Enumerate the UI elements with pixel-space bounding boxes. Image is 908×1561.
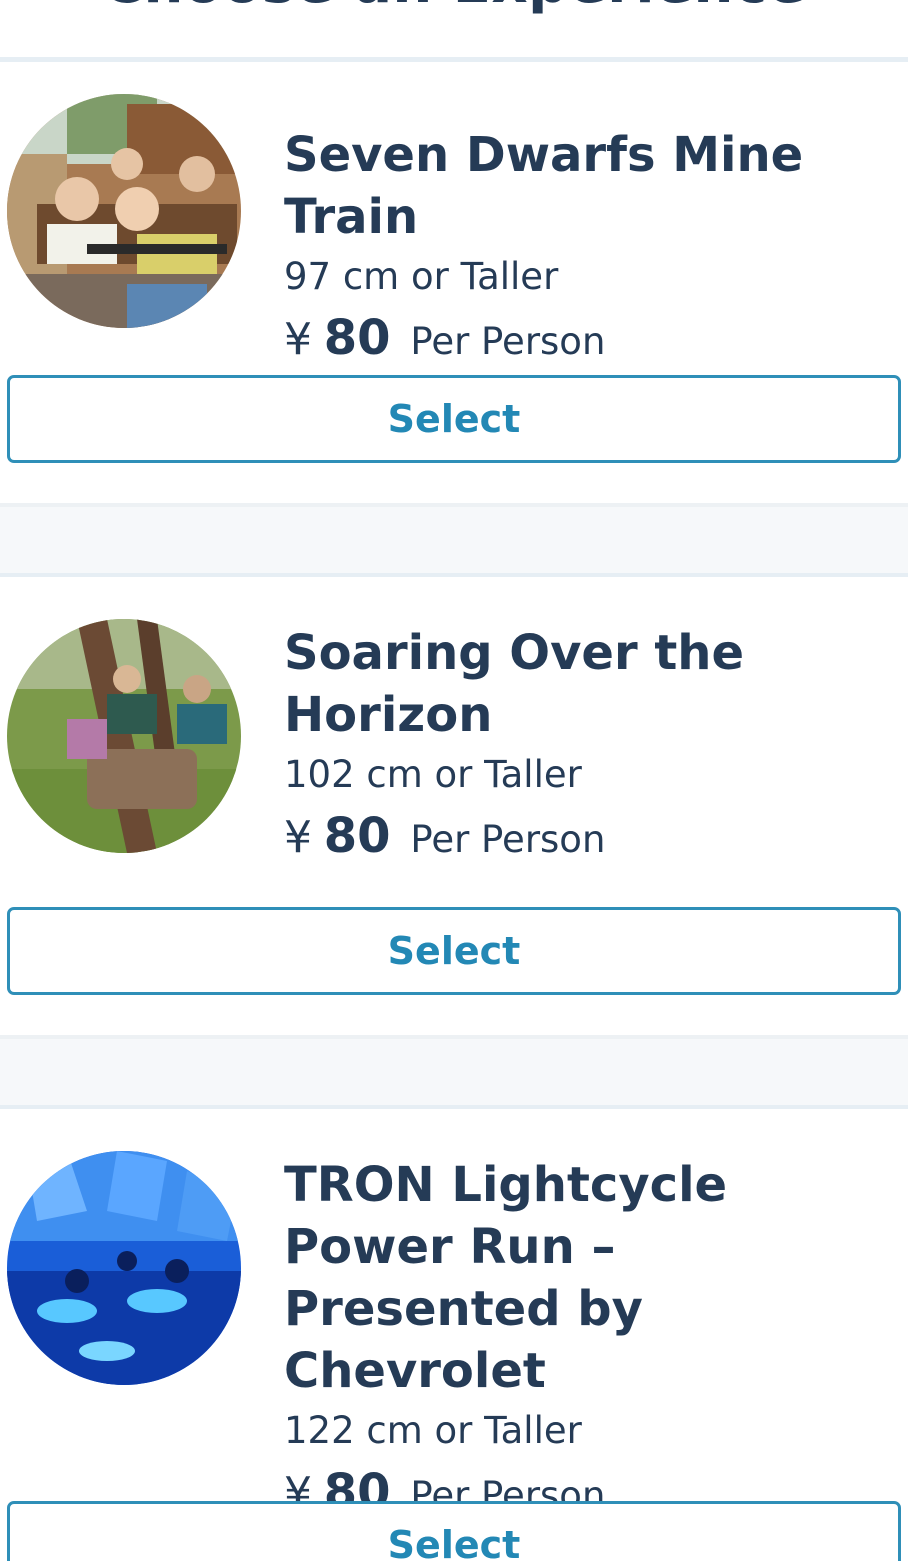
- page-title: Choose an Experience: [0, 0, 908, 14]
- card-separator: [0, 1035, 908, 1109]
- experience-card: TRON Lightcycle Power Run – Presented by…: [0, 1109, 908, 1561]
- price-amount: 80: [323, 808, 391, 864]
- height-requirement: 122 cm or Taller: [284, 1409, 582, 1452]
- price-unit: Per Person: [410, 818, 606, 861]
- currency-symbol: ¥: [284, 812, 312, 863]
- experience-name: TRON Lightcycle Power Run – Presented by…: [284, 1157, 728, 1399]
- select-button[interactable]: Select: [7, 375, 901, 463]
- currency-symbol: ¥: [284, 314, 312, 365]
- experience-name: Seven Dwarfs Mine Train: [284, 127, 804, 245]
- soaring-photo: [7, 619, 241, 853]
- price: ¥ 80 Per Person: [284, 306, 904, 374]
- experience-card: Soaring Over the Horizon 102 cm or Talle…: [0, 577, 908, 1035]
- price: ¥ 80 Per Person: [284, 804, 904, 872]
- height-requirement: 97 cm or Taller: [284, 255, 559, 298]
- experience-name: Soaring Over the Horizon: [284, 625, 745, 743]
- tron-photo: [7, 1151, 241, 1385]
- height-requirement: 102 cm or Taller: [284, 753, 582, 796]
- select-button[interactable]: Select: [7, 1501, 901, 1561]
- experience-card: Seven Dwarfs Mine Train 97 cm or Taller …: [0, 62, 908, 503]
- price-amount: 80: [323, 310, 391, 366]
- mine-train-photo: [7, 94, 241, 328]
- select-button[interactable]: Select: [7, 907, 901, 995]
- experience-list-page: Choose an Experience: [0, 0, 908, 1561]
- card-separator: [0, 503, 908, 577]
- price-unit: Per Person: [410, 320, 606, 363]
